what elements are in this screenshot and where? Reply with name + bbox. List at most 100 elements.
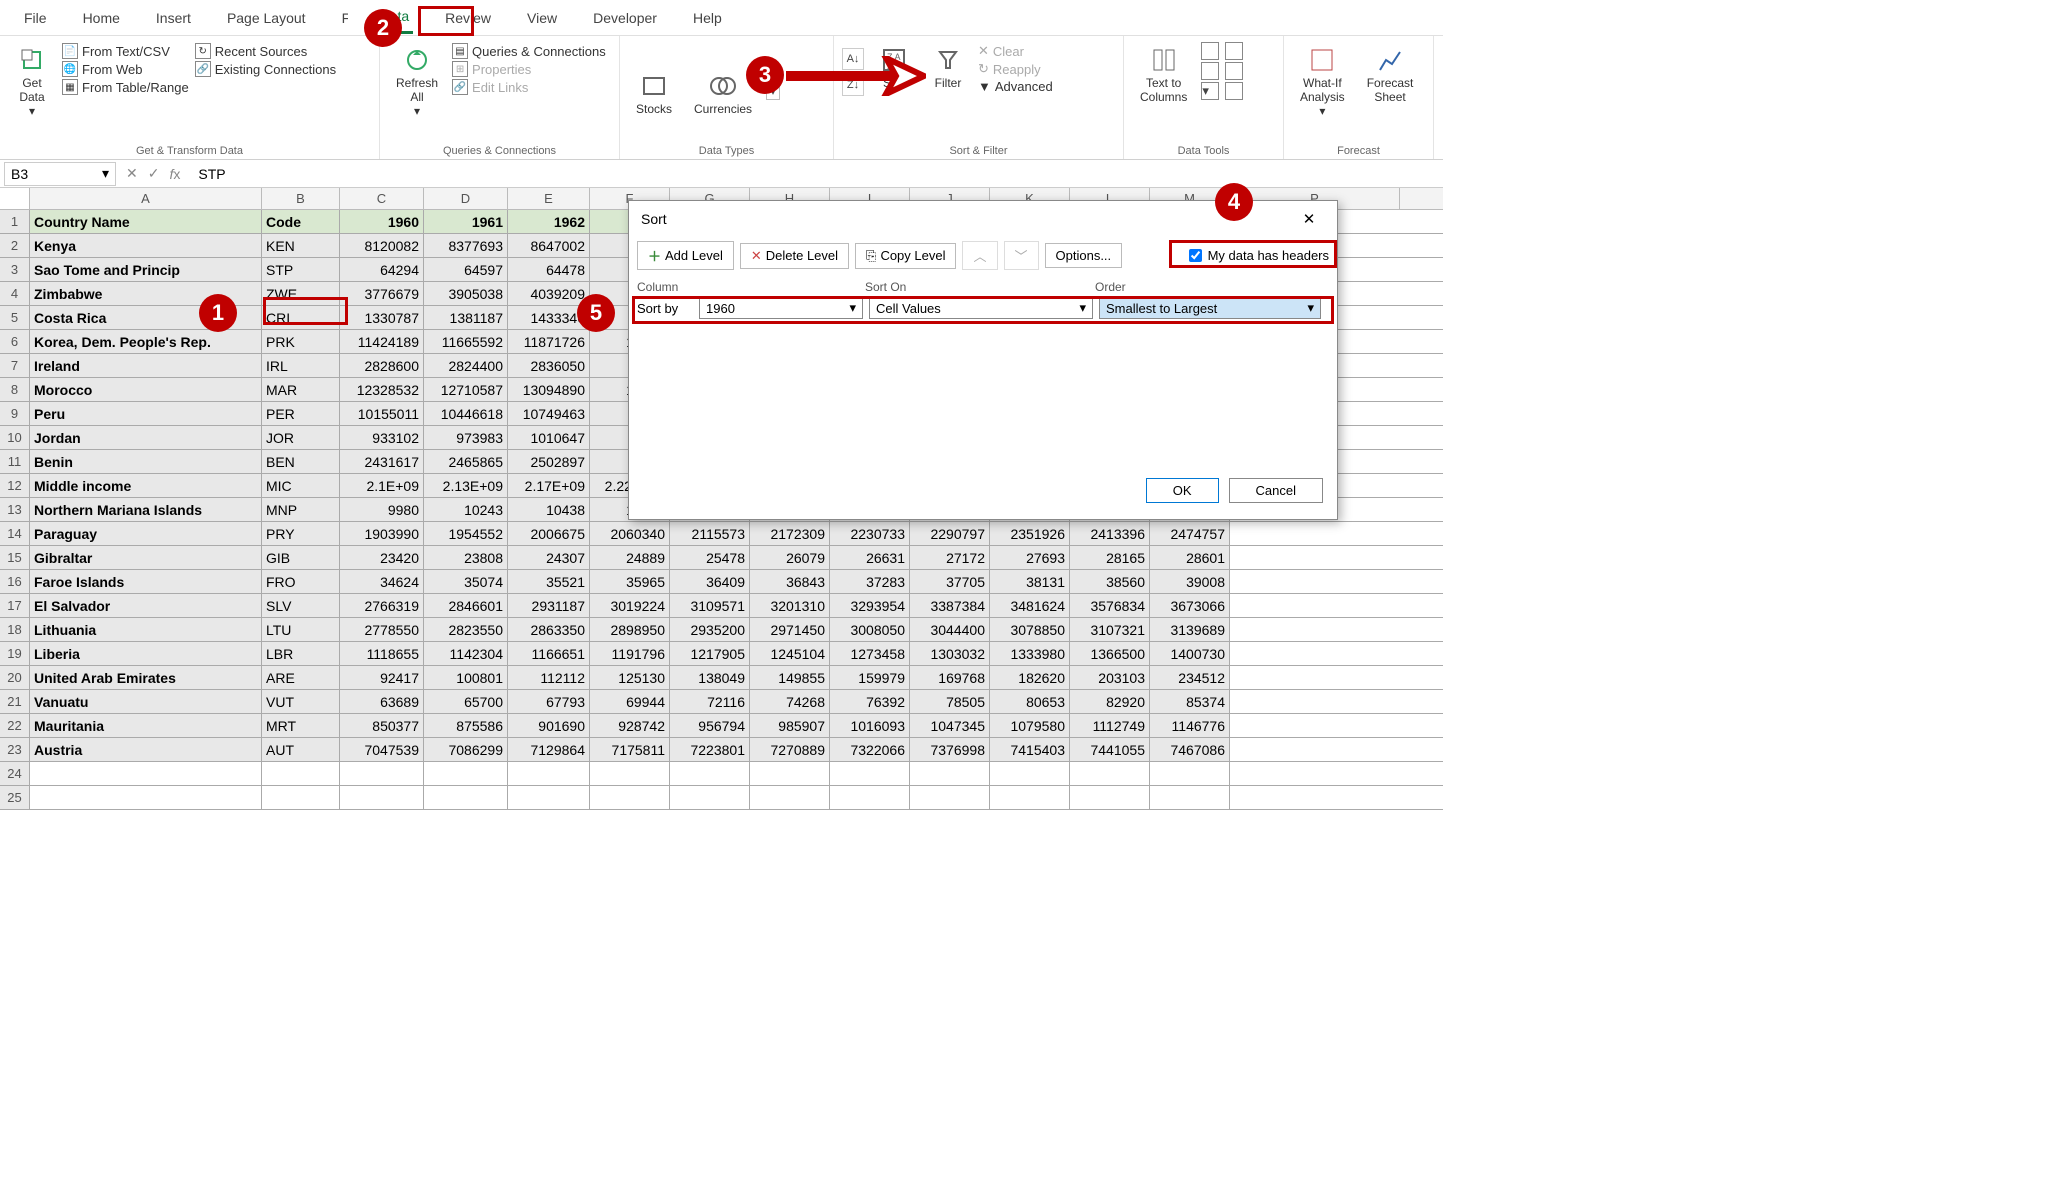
data-cell[interactable]: MIC [262,474,340,497]
data-cell[interactable]: 23420 [340,546,424,569]
data-cell[interactable]: 1217905 [670,642,750,665]
data-cell[interactable]: 1366500 [1070,642,1150,665]
data-cell[interactable]: MAR [262,378,340,401]
row-header[interactable]: 25 [0,786,30,809]
relationships-button[interactable] [1225,62,1243,80]
refresh-all-button[interactable]: Refresh All▾ [388,42,446,120]
data-cell[interactable]: 2836050 [508,354,590,377]
ok-button[interactable]: OK [1146,478,1219,503]
data-cell[interactable]: 112112 [508,666,590,689]
tab-view[interactable]: View [523,3,561,33]
tab-file[interactable]: File [20,3,51,33]
data-cell[interactable]: FRO [262,570,340,593]
cancel-button[interactable]: Cancel [1229,478,1323,503]
data-cell[interactable]: Mauritania [30,714,262,737]
flash-fill-button[interactable] [1201,42,1219,60]
data-cell[interactable]: 8377693 [424,234,508,257]
copy-level-button[interactable]: ⎘Copy Level [855,243,956,269]
data-cell[interactable]: 9980 [340,498,424,521]
data-cell[interactable]: 1333980 [990,642,1070,665]
data-cell[interactable]: 3576834 [1070,594,1150,617]
header-cell[interactable]: Code [262,210,340,233]
data-cell[interactable]: 82920 [1070,690,1150,713]
data-cell[interactable]: 7175811 [590,738,670,761]
data-cell[interactable]: AUT [262,738,340,761]
row-header[interactable]: 11 [0,450,30,473]
row-header[interactable]: 14 [0,522,30,545]
data-cell[interactable]: Korea, Dem. People's Rep. [30,330,262,353]
data-cell[interactable]: 38560 [1070,570,1150,593]
data-cell[interactable]: 64478 [508,258,590,281]
data-cell[interactable]: 1047345 [910,714,990,737]
data-cell[interactable]: 3293954 [830,594,910,617]
data-cell[interactable]: 2778550 [340,618,424,641]
data-cell[interactable]: Benin [30,450,262,473]
data-cell[interactable]: 37705 [910,570,990,593]
headers-checkbox-input[interactable] [1189,249,1202,262]
data-cell[interactable]: SLV [262,594,340,617]
data-cell[interactable]: 7129864 [508,738,590,761]
header-cell[interactable]: 1962 [508,210,590,233]
data-cell[interactable]: 928742 [590,714,670,737]
data-cell[interactable]: 3044400 [910,618,990,641]
data-cell[interactable]: 2431617 [340,450,424,473]
data-cell[interactable]: 7415403 [990,738,1070,761]
data-cell[interactable]: Jordan [30,426,262,449]
data-cell[interactable]: Ireland [30,354,262,377]
col-A[interactable]: A [30,188,262,209]
sort-on-dropdown[interactable]: Cell Values▾ [869,297,1093,319]
tab-page-layout[interactable]: Page Layout [223,3,310,33]
data-cell[interactable]: 138049 [670,666,750,689]
sort-options-button[interactable]: Options... [1045,243,1123,268]
data-cell[interactable]: 2931187 [508,594,590,617]
data-cell[interactable]: 2898950 [590,618,670,641]
get-data-button[interactable]: Get Data ▾ [8,42,56,120]
cancel-formula-icon[interactable]: ✕ [126,165,138,182]
data-cell[interactable]: 149855 [750,666,830,689]
data-cell[interactable]: 7467086 [1150,738,1230,761]
data-cell[interactable]: 1016093 [830,714,910,737]
row-header[interactable]: 16 [0,570,30,593]
data-cell[interactable]: 63689 [340,690,424,713]
data-cell[interactable]: 3078850 [990,618,1070,641]
data-cell[interactable]: PRY [262,522,340,545]
data-cell[interactable]: 11665592 [424,330,508,353]
data-cell[interactable]: 4039209 [508,282,590,305]
data-cell[interactable]: 39008 [1150,570,1230,593]
confirm-formula-icon[interactable]: ✓ [148,165,160,182]
recent-sources[interactable]: ↻Recent Sources [195,42,336,60]
data-cell[interactable]: 23808 [424,546,508,569]
data-cell[interactable]: 2.17E+09 [508,474,590,497]
data-cell[interactable] [1150,762,1230,785]
data-model-button[interactable] [1225,82,1243,100]
data-cell[interactable]: 1079580 [990,714,1070,737]
data-cell[interactable]: 26079 [750,546,830,569]
data-cell[interactable] [424,786,508,809]
data-cell[interactable]: PER [262,402,340,425]
data-cell[interactable] [340,786,424,809]
from-table-range[interactable]: ▦From Table/Range [62,78,189,96]
data-cell[interactable]: 24307 [508,546,590,569]
row-header[interactable]: 21 [0,690,30,713]
data-cell[interactable]: KEN [262,234,340,257]
select-all-corner[interactable] [0,188,30,209]
tab-home[interactable]: Home [79,3,124,33]
data-cell[interactable]: 1330787 [340,306,424,329]
data-cell[interactable]: 28601 [1150,546,1230,569]
col-D[interactable]: D [424,188,508,209]
data-cell[interactable]: 3673066 [1150,594,1230,617]
data-cell[interactable] [750,762,830,785]
data-cell[interactable]: 850377 [340,714,424,737]
data-cell[interactable]: 3776679 [340,282,424,305]
data-cell[interactable] [1070,786,1150,809]
data-cell[interactable]: 875586 [424,714,508,737]
data-cell[interactable]: 24889 [590,546,670,569]
row-header[interactable]: 3 [0,258,30,281]
data-cell[interactable]: 8120082 [340,234,424,257]
stocks-button[interactable]: Stocks [628,68,680,118]
row-header[interactable]: 7 [0,354,30,377]
data-cell[interactable]: 2971450 [750,618,830,641]
data-cell[interactable]: United Arab Emirates [30,666,262,689]
data-cell[interactable]: 1954552 [424,522,508,545]
consolidate-button[interactable] [1225,42,1243,60]
